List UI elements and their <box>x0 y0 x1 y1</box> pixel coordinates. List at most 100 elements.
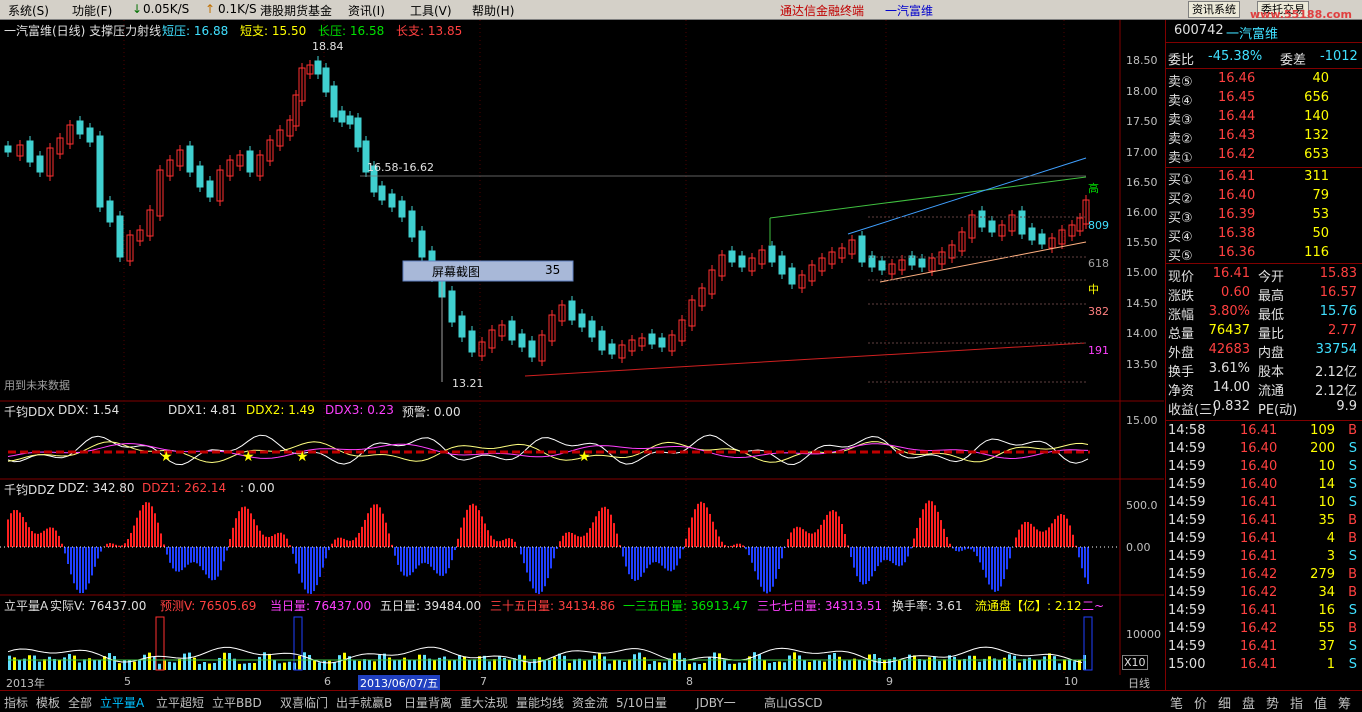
tick-volume: 55 <box>1318 621 1335 636</box>
volume-bar <box>73 655 76 670</box>
menu-function[interactable]: 功能(F) <box>72 2 112 19</box>
stat-value: 15.76 <box>1319 304 1357 319</box>
volume-bar <box>868 654 871 670</box>
bottom-tab[interactable]: 日量背离 <box>404 694 452 711</box>
tick-price: 16.40 <box>1240 477 1278 492</box>
bottom-tab[interactable]: 量能均线 <box>516 694 564 711</box>
volume-bar <box>548 660 551 670</box>
high-mark: 18.84 <box>312 40 344 53</box>
bottom-tab[interactable]: 出手就赢B <box>336 694 392 711</box>
volume-bar <box>123 659 126 670</box>
volume-bar <box>1018 662 1021 670</box>
stat-label: 换手 <box>1168 365 1195 380</box>
stat-row: 换手 3.61% 股本 2.12亿 <box>1166 360 1362 380</box>
sell-volume: 40 <box>1312 71 1329 86</box>
menu-hk-futures[interactable]: 港股期货基金 <box>260 2 332 19</box>
vol-actual: 实际V: 76437.00 <box>50 599 147 613</box>
tick-price: 16.41 <box>1240 603 1278 618</box>
stat-label: 内盘 <box>1258 346 1285 361</box>
candle-body <box>398 200 406 218</box>
bottom-tab[interactable]: 立平超短 <box>156 694 204 711</box>
bottom-tab[interactable]: 双喜临门 <box>280 694 328 711</box>
right-tab[interactable]: 盘 <box>1242 693 1255 712</box>
right-tab[interactable]: 势 <box>1266 693 1279 712</box>
volume-bar <box>353 660 356 670</box>
volume-bar <box>363 659 366 670</box>
bottom-tab[interactable]: 高山GSCD <box>764 694 823 711</box>
volume-bar <box>538 657 541 670</box>
bottom-tab[interactable]: 全部 <box>68 694 92 711</box>
stat-value: 0.60 <box>1221 285 1250 300</box>
volume-bar <box>563 655 566 670</box>
bottom-tab[interactable]: 立平量A <box>100 694 144 711</box>
bottom-tab[interactable]: 重大法现 <box>460 694 508 711</box>
buy-volume: 116 <box>1304 245 1329 260</box>
bottom-tab[interactable]: 立平BBD <box>212 694 262 711</box>
info-system-button[interactable]: 资讯系统 <box>1188 1 1240 18</box>
stat-label: 量比 <box>1258 327 1285 342</box>
chart-title: 一汽富维(日线) 支撑压力射线 <box>4 24 162 38</box>
tick-row: 14:58 16.41 109 B <box>1166 422 1362 441</box>
volume-bar <box>923 659 926 670</box>
volume-bar <box>498 655 501 670</box>
candle-body <box>738 255 746 268</box>
y-tick: 18.00 <box>1126 85 1158 98</box>
stat-value: 16.41 <box>1212 266 1250 281</box>
candle-body <box>106 200 114 223</box>
tick-row: 14:59 16.41 37 S <box>1166 638 1362 657</box>
right-tab[interactable]: 细 <box>1218 693 1231 712</box>
menu-info[interactable]: 资讯(I) <box>348 2 385 19</box>
cursor-date: 2013/06/07/五 <box>358 675 441 691</box>
weicha-label: 委差 <box>1280 53 1307 68</box>
volume-bar <box>873 654 876 670</box>
volume-bar <box>998 660 1001 670</box>
candle-body <box>96 135 104 208</box>
volume-bar <box>778 661 781 670</box>
candle-body <box>528 340 536 358</box>
candle-body <box>988 220 996 233</box>
volume-bar <box>553 656 556 670</box>
tick-time: 14:59 <box>1168 603 1206 618</box>
vol-x10[interactable]: X10 <box>1122 655 1148 670</box>
star-icon: ★ <box>578 449 591 465</box>
chart-area[interactable]: ★ ★ ★ ★ 一汽富维(日线) 支撑压力射线 短压: 16.88 短支: 15.50… <box>0 20 1164 690</box>
net-speed-down: ↓ <box>132 2 143 16</box>
tick-direction: S <box>1348 441 1357 456</box>
candle-body <box>598 330 606 351</box>
bottom-tab[interactable]: 资金流 <box>572 694 608 711</box>
volume-bar <box>833 652 836 670</box>
volume-bar <box>738 662 741 670</box>
volume-bar <box>1043 656 1046 670</box>
volume-bar <box>298 655 301 670</box>
chart-canvas[interactable]: ★ ★ ★ ★ <box>0 20 1164 675</box>
right-tab[interactable]: 指 <box>1290 693 1303 712</box>
menu-system[interactable]: 系统(S) <box>8 2 49 19</box>
volume-bar <box>728 663 731 670</box>
volume-bar <box>863 660 866 670</box>
period-label[interactable]: 日线 <box>1128 675 1150 691</box>
ddx3-value: DDX3: 0.23 <box>325 403 394 417</box>
stat-value: 76437 <box>1208 323 1250 338</box>
candle-body <box>868 255 876 268</box>
right-tab[interactable]: 笔 <box>1170 693 1183 712</box>
volume-bar <box>693 662 696 670</box>
stat-label: 流通 <box>1258 384 1285 399</box>
volume-bar <box>203 662 206 670</box>
right-tab[interactable]: 价 <box>1194 693 1207 712</box>
tick-volume: 3 <box>1326 549 1335 564</box>
bottom-tab[interactable]: JDBY一 <box>696 694 736 711</box>
candle-body <box>186 145 194 173</box>
menu-tools[interactable]: 工具(V) <box>410 2 452 19</box>
menu-help[interactable]: 帮助(H) <box>472 2 514 19</box>
volume-bar <box>973 655 976 670</box>
net-speed-up-value: 0.1K/S <box>218 2 257 16</box>
volume-bar <box>68 653 71 670</box>
right-tab[interactable]: 值 <box>1314 693 1327 712</box>
bottom-tab[interactable]: 模板 <box>36 694 60 711</box>
bottom-tab[interactable]: 指标 <box>4 694 28 711</box>
right-tab[interactable]: 筹 <box>1338 693 1351 712</box>
volume-bar <box>28 655 31 670</box>
volume-bar <box>943 659 946 670</box>
bottom-tab[interactable]: 5/10日量 <box>616 694 667 711</box>
volume-bar <box>708 657 711 670</box>
